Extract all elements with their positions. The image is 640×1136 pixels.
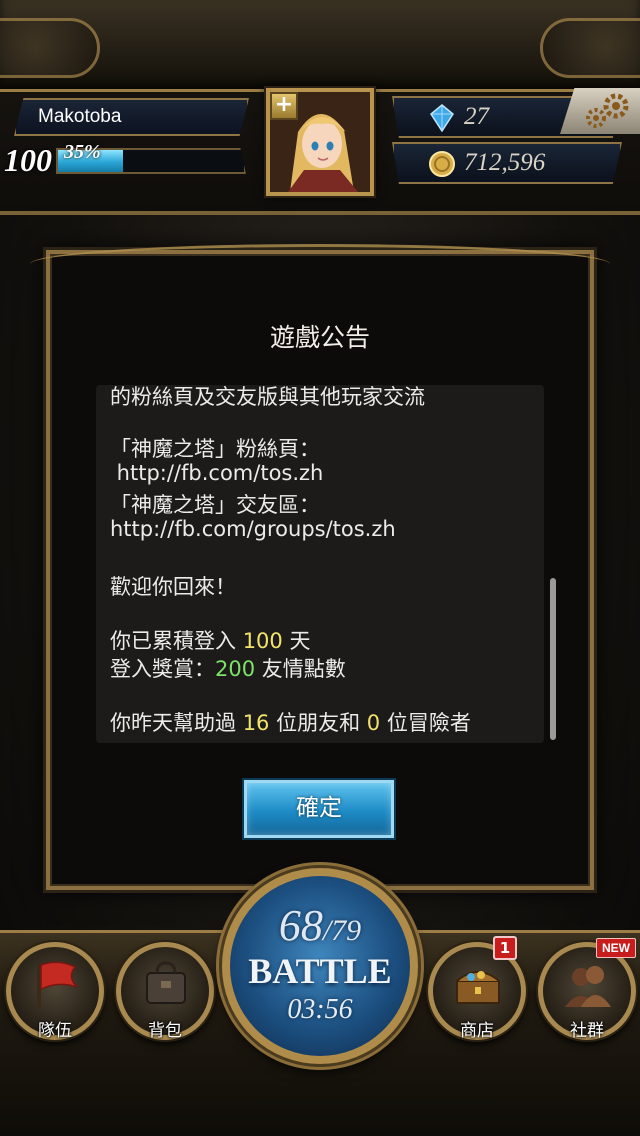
stamina-timer: 03:56: [287, 994, 353, 1025]
login-reward-prefix: 登入獎賞：: [110, 657, 215, 681]
helped-suffix: 位冒險者: [380, 711, 471, 735]
message-line: 「神魔之塔」粉絲頁：: [110, 437, 320, 461]
message-link[interactable]: http://fb.com/groups/tos.zh: [110, 517, 396, 541]
ornament-scroll-right: [540, 18, 640, 78]
message-line: 的粉絲頁及交友版與其他玩家交流: [110, 385, 425, 409]
message-line: 「神魔之塔」交友區：: [110, 493, 320, 517]
treasure-chest-icon: [456, 971, 500, 1004]
helped-prefix: 你昨天幫助過: [110, 711, 243, 735]
gems-value: 27: [464, 103, 489, 130]
coin-icon: [429, 151, 455, 177]
nav-shop-label: 商店: [460, 1021, 494, 1041]
nav-social-label: 社群: [570, 1021, 604, 1041]
login-reward-suffix: 友情點數: [255, 657, 346, 681]
login-reward-value: 200: [215, 657, 256, 681]
player-level: 100: [4, 142, 52, 178]
flag-icon: [37, 961, 78, 1009]
helped-middle: 位朋友和: [269, 711, 367, 735]
announcement-message-box[interactable]: 的粉絲頁及交友版與其他玩家交流 「神魔之塔」粉絲頁： http://fb.com…: [96, 385, 544, 743]
login-days-value: 100: [242, 629, 283, 653]
gem-icon: [430, 104, 454, 132]
stamina-max: /79: [322, 914, 362, 947]
login-days-line: 你已累積登入 100 天: [110, 625, 310, 655]
dialog-crest-ornament: [30, 244, 610, 284]
ornament-scroll-left: [0, 18, 100, 78]
message-line: 歡迎你回來！: [110, 575, 236, 599]
plus-icon[interactable]: +: [270, 92, 298, 120]
helped-friends-count: 16: [242, 711, 270, 735]
message-scrollbar[interactable]: [550, 578, 556, 740]
shop-badge: 1: [493, 936, 517, 960]
helped-adventurers-count: 0: [366, 711, 381, 735]
social-new-badge: NEW: [596, 938, 636, 958]
helped-line: 你昨天幫助過 16 位朋友和 0 位冒險者: [110, 707, 471, 737]
stamina-current: 68: [278, 901, 323, 950]
exp-percent: 35%: [64, 141, 101, 163]
dialog-title: 遊戲公告: [269, 323, 370, 352]
battle-stamina: 68/79: [222, 900, 418, 951]
nav-bag-label: 背包: [148, 1021, 182, 1041]
level-exp-row: 100 35%: [0, 140, 260, 182]
bag-icon: [146, 961, 186, 1004]
nav-team-label: 隊伍: [38, 1021, 72, 1041]
coins-value: 712,596: [464, 149, 546, 176]
player-name: Makotoba: [14, 98, 249, 136]
confirm-button[interactable]: 確定: [244, 780, 394, 838]
coins-counter[interactable]: 712,596: [392, 142, 622, 184]
login-reward-line: 登入獎賞：200 友情點數: [110, 653, 346, 683]
gears-icon: [586, 93, 629, 128]
message-link[interactable]: http://fb.com/tos.zh: [110, 461, 324, 485]
people-icon: [565, 966, 611, 1007]
login-days-suffix: 天: [282, 629, 311, 653]
login-days-prefix: 你已累積登入: [110, 629, 243, 653]
battle-label: BATTLE: [248, 951, 392, 991]
hud-ornament: [0, 0, 640, 92]
